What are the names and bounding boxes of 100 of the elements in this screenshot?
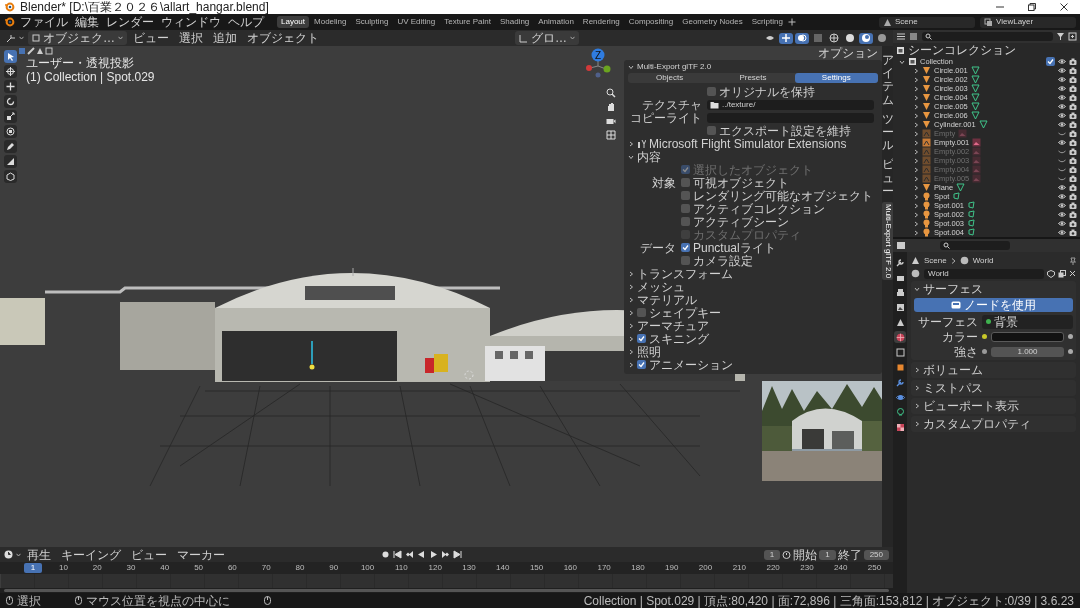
edge-mode-icon[interactable] <box>27 47 35 55</box>
camera-icon[interactable] <box>1069 93 1077 102</box>
chevron-icon[interactable] <box>899 58 905 65</box>
tool-button[interactable] <box>4 155 17 168</box>
panel-tab[interactable]: Settings <box>794 73 878 83</box>
checkbox[interactable] <box>637 308 646 317</box>
editor-type-button[interactable] <box>4 550 21 559</box>
workspace-tab[interactable]: Geometry Nodes <box>678 16 747 28</box>
menu-item[interactable]: ファイル <box>17 15 71 29</box>
camera-icon[interactable] <box>1069 165 1077 174</box>
checkbox[interactable] <box>681 204 690 213</box>
view-layer-selector[interactable]: ViewLayer <box>980 16 1076 28</box>
zoom-icon[interactable] <box>606 88 616 98</box>
checkbox[interactable] <box>1046 57 1055 66</box>
close-icon[interactable] <box>1060 3 1068 11</box>
chevron-icon[interactable] <box>628 335 634 342</box>
chevron-icon[interactable] <box>628 64 634 70</box>
properties-tab[interactable] <box>894 376 906 388</box>
workspace-tab[interactable]: Scripting <box>747 16 787 28</box>
chevron-icon[interactable] <box>914 367 920 373</box>
chevron-icon[interactable] <box>628 296 634 303</box>
overlay-icon[interactable] <box>797 33 807 43</box>
properties-tab[interactable] <box>894 301 906 313</box>
chevron-icon[interactable] <box>628 283 634 290</box>
properties-tab[interactable] <box>894 406 906 418</box>
search-field[interactable] <box>922 32 1053 41</box>
eye-icon[interactable] <box>1058 112 1066 119</box>
material-shading-icon[interactable] <box>861 33 871 43</box>
workspace-tab[interactable]: UV Editing <box>393 16 440 28</box>
checkbox[interactable] <box>681 217 690 226</box>
shader-field[interactable]: 背景 <box>982 314 1073 329</box>
camera-icon[interactable] <box>1069 102 1077 111</box>
tool-button[interactable] <box>4 80 17 93</box>
workspace-tab[interactable]: Shading <box>495 16 534 28</box>
tool-button[interactable] <box>4 170 17 183</box>
workspace-tab[interactable]: Sculpting <box>351 16 393 28</box>
search-field[interactable] <box>940 241 1010 250</box>
tool-button[interactable] <box>4 110 17 123</box>
tool-button[interactable] <box>4 125 17 138</box>
eye-icon[interactable] <box>1058 139 1066 146</box>
play-icon[interactable] <box>429 550 438 559</box>
properties-tab[interactable] <box>894 331 906 343</box>
eye-closed-icon[interactable] <box>1058 166 1066 173</box>
menu-item[interactable]: 追加 <box>209 31 241 45</box>
filter-icon[interactable] <box>1056 32 1065 41</box>
camera-icon[interactable] <box>1069 210 1077 219</box>
eye-icon[interactable] <box>1058 85 1066 92</box>
globe-icon[interactable] <box>911 269 921 278</box>
list-icon[interactable] <box>896 32 906 41</box>
chevron-icon[interactable] <box>628 361 634 368</box>
eye-icon[interactable] <box>1058 103 1066 110</box>
checkbox[interactable] <box>707 126 716 135</box>
workspace-tab[interactable]: Animation <box>534 16 578 28</box>
eye-icon[interactable] <box>1058 58 1066 65</box>
tool-button[interactable] <box>4 65 17 78</box>
previous-key-icon[interactable] <box>405 550 414 559</box>
visibility-icon[interactable] <box>765 33 775 43</box>
sidebar-tab[interactable]: アイテム <box>882 52 893 109</box>
properties-tab[interactable] <box>894 286 906 298</box>
menu-item[interactable]: オブジェクト <box>243 31 323 45</box>
color-swatch[interactable] <box>991 331 1064 342</box>
chevron-icon[interactable] <box>628 140 634 147</box>
new-collection-icon[interactable] <box>1068 32 1077 41</box>
properties-tab[interactable] <box>894 421 906 433</box>
playhead[interactable]: 1 <box>24 563 42 573</box>
eye-icon[interactable] <box>1058 94 1066 101</box>
menu-item[interactable]: ビュー <box>129 31 173 45</box>
workspace-tab[interactable]: Modeling <box>310 16 351 28</box>
checkbox[interactable] <box>681 256 690 265</box>
checkbox[interactable] <box>707 87 716 96</box>
rendered-shading-icon[interactable] <box>877 33 887 43</box>
eye-icon[interactable] <box>1058 220 1066 227</box>
camera-icon[interactable] <box>1069 129 1077 138</box>
eye-icon[interactable] <box>1058 193 1066 200</box>
keyframe-dot[interactable] <box>1068 349 1073 354</box>
chevron-icon[interactable] <box>628 153 634 160</box>
orientation-dropdown[interactable]: グロ… <box>515 31 579 45</box>
start-frame-field[interactable]: 1 <box>819 549 836 560</box>
hand-icon[interactable] <box>606 102 616 112</box>
checkbox[interactable] <box>681 243 690 252</box>
checkbox[interactable] <box>637 360 646 369</box>
frame-field[interactable]: 1 <box>763 549 781 560</box>
chevron-icon[interactable] <box>914 286 920 292</box>
eye-icon[interactable] <box>1058 67 1066 74</box>
eye-icon[interactable] <box>1058 121 1066 128</box>
eye-icon[interactable] <box>1058 184 1066 191</box>
tool-button[interactable] <box>4 140 17 153</box>
chevron-icon[interactable] <box>628 348 634 355</box>
end-frame-field[interactable]: 250 <box>863 549 889 560</box>
add-icon[interactable] <box>787 18 796 26</box>
menu-item[interactable]: キーイング <box>57 547 125 562</box>
wireframe-shading-icon[interactable] <box>829 33 839 43</box>
skip-end-icon[interactable] <box>453 550 462 559</box>
eye-icon[interactable] <box>1058 76 1066 83</box>
play-reverse-icon[interactable] <box>417 550 426 559</box>
path-field[interactable]: ../texture/ <box>707 99 874 110</box>
sidebar-tab[interactable]: Multi-Export glTF 2.0 <box>882 201 893 281</box>
menu-item[interactable]: 選択 <box>175 31 207 45</box>
menu-item[interactable]: ビュー <box>127 547 171 562</box>
number-field[interactable]: 1.000 <box>991 346 1064 357</box>
